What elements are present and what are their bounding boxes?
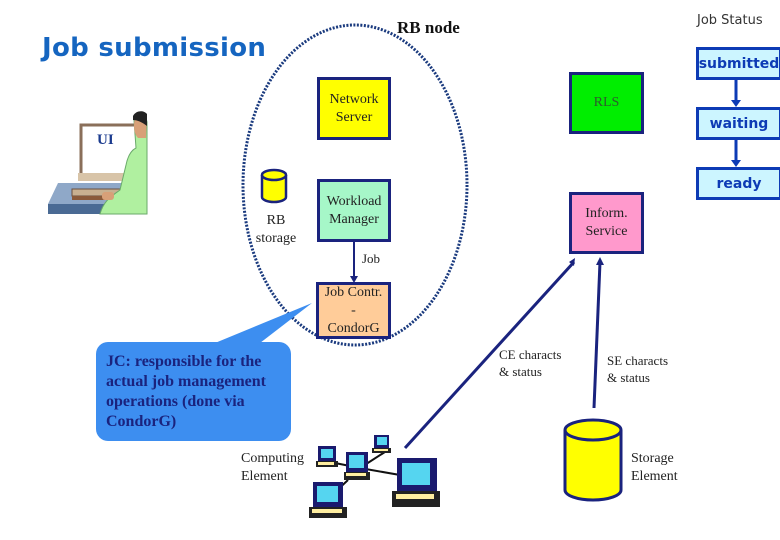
computing-element-label: Computing Element: [241, 450, 304, 486]
page-title: Job submission: [42, 33, 267, 63]
storage-element-label: Storage Element: [631, 450, 678, 486]
ce-status-label-1: CE characts: [499, 347, 562, 362]
network-server-box[interactable]: Network Server: [317, 77, 391, 140]
workload-manager-box[interactable]: Workload Manager: [317, 179, 391, 242]
status-submitted[interactable]: submitted: [696, 47, 780, 80]
job-arrow-label: Job: [362, 251, 381, 266]
job-status-title: Job Status: [697, 13, 763, 28]
job-controller-box[interactable]: Job Contr. - CondorG: [316, 282, 391, 339]
information-service-box[interactable]: Inform. Service: [569, 192, 644, 254]
storage-element-label-2: Element: [631, 469, 678, 484]
computing-element-label-2: Element: [241, 469, 288, 484]
job-controller-label-2: -: [351, 302, 356, 318]
status-waiting[interactable]: waiting: [696, 107, 780, 140]
job-controller-label-3: CondorG: [327, 320, 380, 336]
status-arrow-2: [731, 140, 741, 167]
user-computer-icon: [48, 111, 148, 215]
rb-storage-label-2: storage: [255, 231, 297, 246]
rls-label: RLS: [593, 95, 620, 110]
se-status-arrow: [592, 257, 604, 409]
network-server-label-1: Network: [329, 91, 379, 107]
status-arrow-1: [731, 80, 741, 107]
se-status-label-1: SE characts: [607, 353, 669, 368]
rb-storage-label-1: RB: [266, 213, 286, 228]
network-server-label-2: Server: [335, 109, 373, 125]
workload-manager-label-2: Manager: [329, 211, 379, 227]
rb-storage-label: RB storage: [252, 212, 300, 248]
se-status-label-2: & status: [607, 370, 650, 385]
job-controller-label-1: Job Contr.: [324, 284, 383, 300]
job-arrow: [350, 242, 358, 283]
information-service-label-1: Inform.: [585, 206, 628, 221]
workload-manager-label-1: Workload: [326, 193, 382, 209]
rb-storage-icon: [260, 168, 288, 204]
information-service-label-2: Service: [585, 224, 628, 239]
ce-status-label: CE characts & status: [499, 346, 561, 380]
rls-box[interactable]: RLS: [569, 72, 644, 134]
callout-text: JC: responsible for the actual job manag…: [106, 353, 266, 430]
se-status-label: SE characts & status: [607, 352, 668, 386]
computing-element-icon: [309, 435, 440, 518]
ui-label: UI: [97, 132, 114, 148]
computing-element-label-1: Computing: [241, 451, 305, 466]
ce-status-label-2: & status: [499, 364, 542, 379]
storage-element-icon: [563, 418, 623, 502]
status-ready[interactable]: ready: [696, 167, 780, 200]
storage-element-label-1: Storage: [631, 451, 674, 466]
rb-node-label: RB node: [397, 18, 460, 37]
